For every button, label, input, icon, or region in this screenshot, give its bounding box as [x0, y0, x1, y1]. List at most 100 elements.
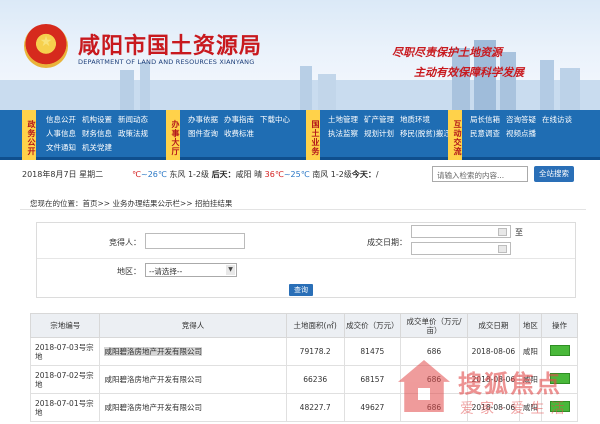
cell-winner: 咸阳碧洛房地产开发有限公司: [99, 337, 287, 366]
nav-link-relocation[interactable]: 移民(脱贫)搬迁: [400, 128, 451, 139]
cell-parcel-id: 2018-07-01号宗地: [29, 393, 101, 422]
condition: 晴: [254, 170, 263, 179]
nav-link-planning[interactable]: 规划计划: [364, 128, 394, 139]
cell-price: 68157: [343, 365, 401, 394]
nav-link-land-mgmt[interactable]: 土地管理: [328, 114, 358, 125]
nav-tag-interaction: 互动交流: [448, 110, 462, 160]
nav-tag-affairs: 政务公开: [22, 110, 36, 160]
date-text: 2018年8月7日 星期二: [22, 169, 103, 180]
city-name: 咸阳: [235, 170, 252, 179]
site-subtitle: DEPARTMENT OF LAND AND RESOURCES XIANYAN…: [78, 58, 255, 66]
winner-input[interactable]: [145, 233, 245, 249]
to-label: 至: [515, 228, 523, 237]
nav-link-personnel[interactable]: 人事信息: [46, 128, 76, 139]
nav-link-guide[interactable]: 办事指南: [224, 114, 254, 125]
nav-link-qa[interactable]: 咨询答疑: [506, 114, 536, 125]
query-button[interactable]: 查询: [289, 284, 313, 296]
watermark-brand: 搜狐焦点: [458, 370, 562, 398]
winner-label: 竞得人：: [109, 238, 141, 247]
cell-price: 49627: [343, 393, 401, 422]
nav-group-affairs: 政务公开 信息公开 机构设置 新闻动态 人事信息 财务信息 政策法规 文件通知 …: [22, 110, 162, 160]
date-value: 2018年8月7日: [22, 170, 77, 179]
region-label: 地区：: [117, 267, 141, 276]
nav-tag-land-business: 国土业务: [306, 110, 320, 160]
calendar-icon[interactable]: [498, 245, 507, 253]
nav-link-download[interactable]: 下载中心: [260, 114, 290, 125]
nav-link-online-interview[interactable]: 在线访谈: [542, 114, 572, 125]
cell-area: 79178.2: [285, 337, 345, 366]
nav-link-news[interactable]: 新闻动态: [118, 114, 148, 125]
nav-link-geo-env[interactable]: 地质环境: [400, 114, 451, 125]
national-emblem-icon: [24, 24, 68, 68]
region-select[interactable]: --请选择-- ▼: [145, 263, 237, 277]
nav-link-org-setup[interactable]: 机构设置: [82, 114, 112, 125]
cell-parcel-id: 2018-07-03号宗地: [29, 337, 101, 366]
cell-area: 48227.7: [285, 393, 345, 422]
cell-parcel-id: 2018-07-02号宗地: [29, 365, 101, 394]
nav-link-fees[interactable]: 收费标准: [224, 128, 254, 139]
cell-winner: 咸阳碧洛房地产开发有限公司: [99, 365, 287, 394]
col-date: 成交日期: [467, 313, 520, 338]
today-temp-high: 26℃: [147, 170, 167, 179]
weather-forecast: ℃~26℃ 东风 1-2级 后天：咸阳 晴 36℃~25℃ 南风 1-2级今天：…: [132, 170, 379, 179]
cell-winner: 咸阳碧洛房地产开发有限公司: [99, 393, 287, 422]
table-header-row: 宗地编号 竞得人 土地面积(㎡) 成交价（万元） 成交单价（万元/亩） 成交日期…: [29, 313, 578, 338]
filter-form: 竞得人： 成交日期： 至 地区： --请选择-- ▼ 查询: [36, 222, 576, 298]
nav-link-director-mailbox[interactable]: 局长信箱: [470, 114, 500, 125]
nav-link-info-public[interactable]: 信息公开: [46, 114, 76, 125]
site-search-button[interactable]: 全站搜索: [534, 166, 574, 182]
col-region: 地区: [518, 313, 543, 338]
col-parcel-id: 宗地编号: [29, 313, 101, 338]
nav-tag-service-hall: 办事大厅: [166, 110, 180, 160]
date-from-input[interactable]: [411, 225, 511, 238]
nav-link-video[interactable]: 视频点播: [506, 128, 536, 139]
today-temp-low: ℃: [132, 170, 141, 179]
nav-link-mineral-mgmt[interactable]: 矿产管理: [364, 114, 394, 125]
date-label: 成交日期：: [367, 238, 407, 247]
today-wind: 东风 1-2级: [169, 170, 210, 179]
nav-link-finance[interactable]: 财务信息: [82, 128, 112, 139]
chevron-down-icon: ▼: [226, 265, 235, 275]
header-banner: 咸阳市国土资源局 DEPARTMENT OF LAND AND RESOURCE…: [0, 0, 600, 110]
main-nav: 政务公开 信息公开 机构设置 新闻动态 人事信息 财务信息 政策法规 文件通知 …: [0, 110, 600, 160]
nav-link-map-query[interactable]: 图件查询: [188, 128, 218, 139]
site-title: 咸阳市国土资源局: [78, 33, 263, 59]
region-select-value: --请选择--: [149, 267, 183, 276]
calendar-icon[interactable]: [498, 228, 507, 236]
winner-name: 咸阳碧洛房地产开发有限公司: [104, 347, 202, 356]
nav-link-basis[interactable]: 办事依据: [188, 114, 218, 125]
nav-link-policy[interactable]: 政策法规: [118, 128, 148, 139]
col-action: 操作: [541, 313, 578, 338]
after-wind: 南风 1-2级: [312, 170, 352, 179]
weather-bar: 2018年8月7日 星期二 ℃~26℃ 东风 1-2级 后天：咸阳 晴 36℃~…: [0, 163, 600, 185]
nav-link-party[interactable]: 机关党建: [82, 142, 112, 153]
today-tail: /: [375, 170, 379, 179]
nav-link-law-enforcement[interactable]: 执法监察: [328, 128, 358, 139]
view-button[interactable]: [549, 345, 570, 356]
nav-link-notices[interactable]: 文件通知: [46, 142, 76, 153]
weekday-value: 星期二: [79, 170, 104, 179]
sohu-focus-watermark: 搜狐焦点 爱家·爱生活: [398, 358, 600, 424]
nav-group-interaction: 互动交流 局长信箱 咨询答疑 在线访谈 民意调查 视频点播: [448, 110, 588, 160]
search-input[interactable]: 请输入检索的内容...: [432, 166, 528, 182]
date-to-input[interactable]: [411, 242, 511, 255]
col-winner: 竞得人: [99, 313, 287, 338]
nav-link-survey[interactable]: 民意调查: [470, 128, 500, 139]
col-area: 土地面积(㎡): [285, 313, 345, 338]
col-price: 成交价（万元）: [343, 313, 401, 338]
after-temp-high: 36℃: [264, 170, 284, 179]
slogan-line2: 主动有效保障科学发展: [414, 66, 524, 79]
slogan-line1: 尽职尽责保护土地资源: [392, 46, 502, 59]
house-logo-icon: [398, 360, 450, 412]
cell-area: 66236: [285, 365, 345, 394]
after-temp-low: 25℃: [290, 170, 310, 179]
nav-group-land-business: 国土业务 土地管理 矿产管理 地质环境 执法监察 规划计划 移民(脱贫)搬迁: [306, 110, 451, 160]
col-unit-price: 成交单价（万元/亩）: [399, 313, 469, 338]
nav-group-service-hall: 办事大厅 办事依据 办事指南 下载中心 图件查询 收费标准: [166, 110, 296, 160]
breadcrumb-divider: [20, 209, 586, 210]
watermark-tagline: 爱家·爱生活: [460, 401, 571, 417]
breadcrumb: 您现在的位置：首页>> 业务办理结果公示栏>> 招拍挂结果: [30, 199, 233, 208]
after-label: 后天：: [211, 170, 236, 179]
cell-price: 81475: [343, 337, 401, 366]
today-label: 今天：: [351, 170, 376, 179]
